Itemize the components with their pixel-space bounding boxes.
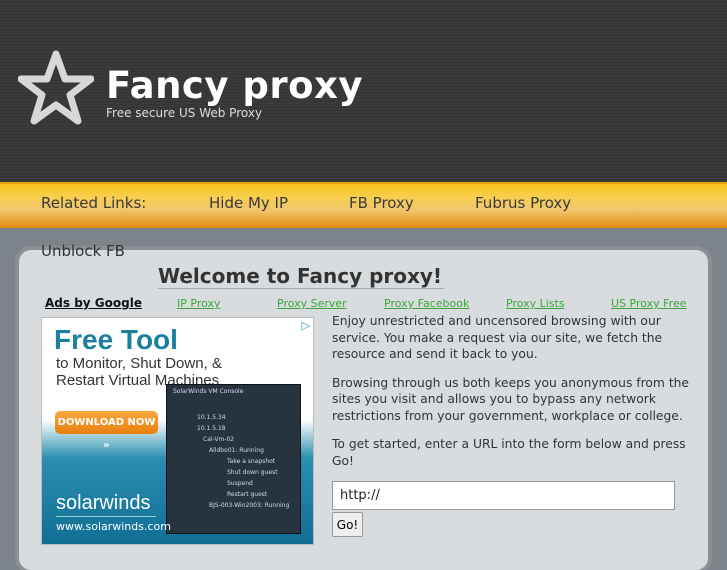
unblock-fb-link[interactable]: Unblock FB [41, 242, 125, 260]
ad-link-proxy-server[interactable]: Proxy Server [277, 297, 347, 310]
console-row: Suspend [227, 480, 253, 487]
intro-paragraph: To get started, enter a URL into the for… [332, 437, 686, 468]
console-row: Alldbo01: Running [209, 447, 264, 454]
console-row: 10.1.5.18 [197, 425, 226, 432]
related-links-label: Related Links: [41, 194, 147, 212]
ads-by-google-link[interactable]: Ads by Google [45, 296, 142, 310]
ad-download-button[interactable]: DOWNLOAD NOW » [55, 411, 158, 451]
console-row: 10.1.5.34 [197, 414, 226, 421]
nav-link-fb-proxy[interactable]: FB Proxy [349, 194, 414, 212]
header: Fancy proxy Free secure US Web Proxy [0, 0, 727, 182]
related-links-bar: Related Links: Hide My IP FB Proxy Fubru… [0, 182, 727, 228]
page-title: Welcome to Fancy proxy! [158, 264, 445, 289]
url-input[interactable] [332, 481, 675, 510]
console-row: Shut down guest [227, 469, 278, 476]
console-row: Take a snapshot [227, 458, 276, 465]
ad-headline: Free Tool [54, 324, 178, 355]
console-row: Restart guest [227, 491, 268, 498]
intro-text: Enjoy unrestricted and uncensored browsi… [332, 313, 692, 481]
ad-link-ip-proxy[interactable]: IP Proxy [177, 297, 221, 310]
ad-banner[interactable]: ▷ Free Tool to Monitor, Shut Down, & Res… [41, 317, 314, 545]
intro-paragraph: Enjoy unrestricted and uncensored browsi… [332, 314, 663, 361]
adchoices-icon[interactable]: ▷ [302, 319, 310, 332]
nav-link-fubrus-proxy[interactable]: Fubrus Proxy [475, 194, 571, 212]
ad-link-proxy-lists[interactable]: Proxy Lists [506, 297, 565, 310]
nav-link-hide-my-ip[interactable]: Hide My IP [209, 194, 288, 212]
site-tagline: Free secure US Web Proxy [106, 106, 263, 120]
ad-console-screenshot: SolarWinds VM Console 10.1.5.34 10.1.5.1… [166, 384, 301, 534]
ad-url: www.solarwinds.com [56, 516, 171, 533]
ad-link-us-proxy-free[interactable]: US Proxy Free [611, 297, 687, 310]
console-row: BJS-003-Win2003: Running [209, 502, 290, 509]
ad-link-proxy-facebook[interactable]: Proxy Facebook [384, 297, 469, 310]
console-row: Cal-Vm-02 [203, 436, 235, 443]
console-title: SolarWinds VM Console [173, 388, 244, 395]
star-logo-icon [18, 50, 94, 125]
site-title: Fancy proxy [106, 64, 363, 107]
intro-paragraph: Browsing through us both keeps you anony… [332, 375, 689, 423]
ad-brand: solarwinds [56, 492, 151, 514]
go-button[interactable]: Go! [332, 512, 363, 537]
